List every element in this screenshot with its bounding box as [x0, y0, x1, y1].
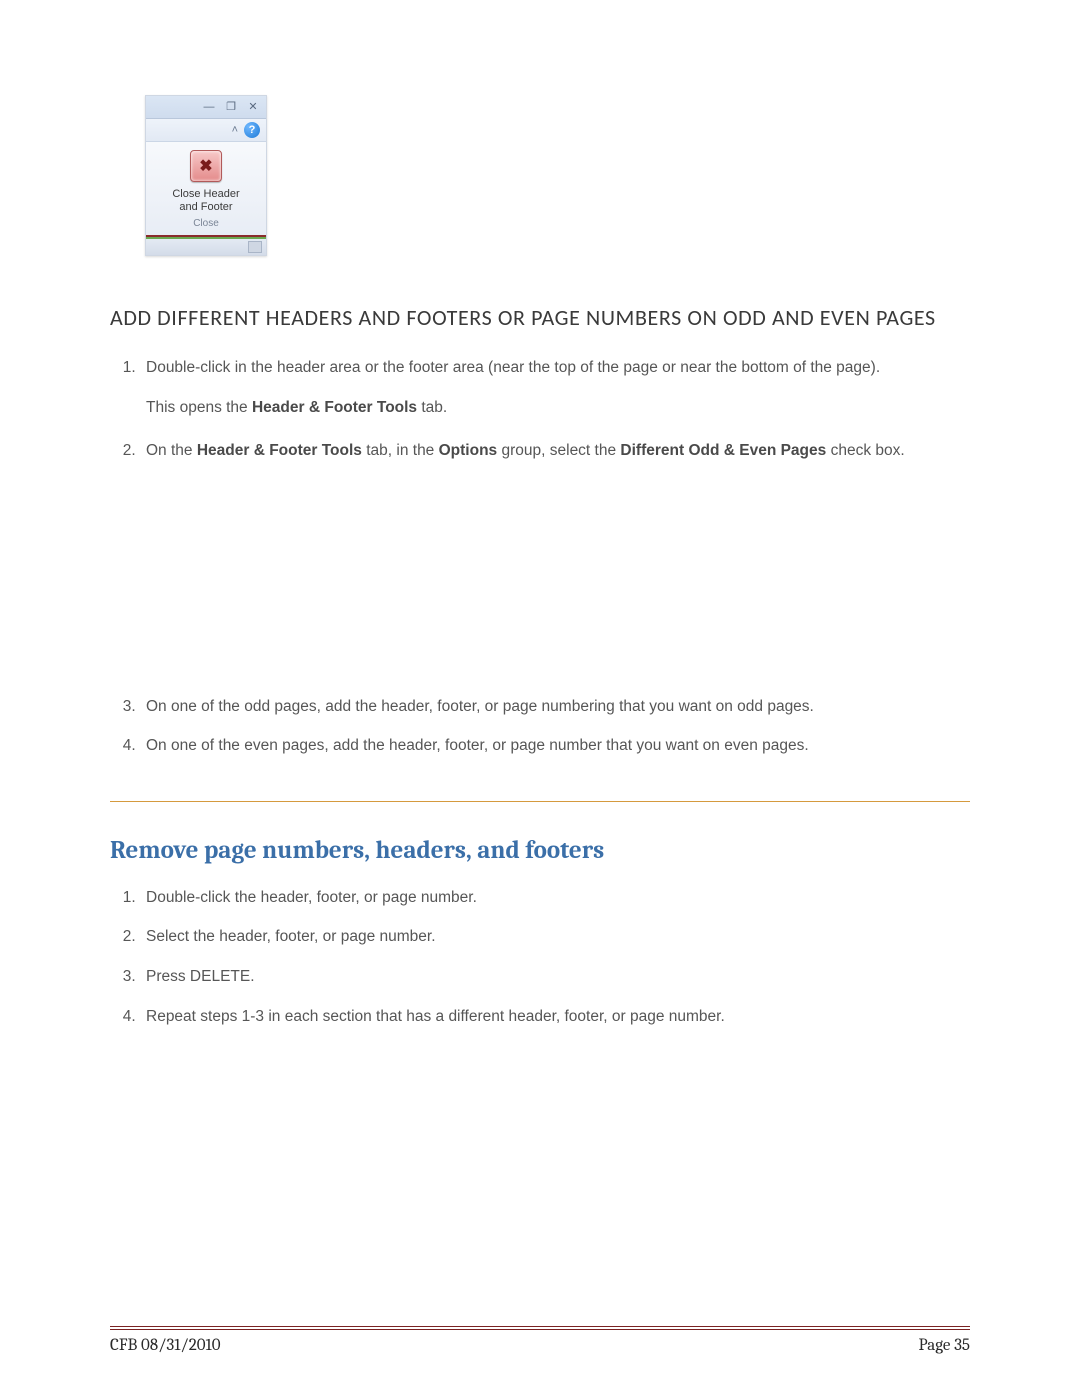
ribbon-group-close: ✖ Close Header and Footer Close — [146, 142, 266, 237]
odd-even-steps: Double-click in the header area or the f… — [110, 355, 970, 759]
footer-rule — [110, 1326, 970, 1330]
minimize-icon: — — [202, 101, 216, 113]
dialog-launcher-icon — [248, 241, 262, 253]
remove-steps: Double-click the header, footer, or page… — [110, 885, 970, 1029]
document-page: — ❐ ✕ ˄ ? ✖ Close Header and Footer Clos… — [0, 0, 1080, 1397]
close-window-icon: ✕ — [246, 101, 260, 113]
step-1-text: Double-click in the header area or the f… — [146, 359, 880, 376]
close-header-footer-icon: ✖ — [190, 150, 222, 182]
collapse-ribbon-icon: ˄ — [232, 124, 238, 136]
label-line-1: Close Header — [172, 188, 239, 200]
page-content: — ❐ ✕ ˄ ? ✖ Close Header and Footer Clos… — [110, 95, 970, 1047]
section-heading-remove: Remove page numbers, headers, and footer… — [110, 836, 970, 865]
ribbon-snippet-figure: — ❐ ✕ ˄ ? ✖ Close Header and Footer Clos… — [145, 95, 267, 256]
step-1: Double-click in the header area or the f… — [140, 355, 970, 420]
footer-right: Page 35 — [919, 1336, 970, 1355]
remove-step-2: Select the header, footer, or page numbe… — [140, 924, 970, 950]
remove-step-4: Repeat steps 1-3 in each section that ha… — [140, 1004, 970, 1030]
footer-left: CFB 08/31/2010 — [110, 1336, 221, 1355]
label-line-2: and Footer — [179, 201, 232, 213]
window-controls: — ❐ ✕ — [146, 96, 266, 119]
section-heading-odd-even: ADD DIFFERENT HEADERS AND FOOTERS OR PAG… — [110, 304, 970, 331]
step-3: On one of the odd pages, add the header,… — [140, 694, 970, 720]
restore-icon: ❐ — [224, 101, 238, 113]
close-header-footer-label: Close Header and Footer — [172, 188, 239, 214]
ribbon-footer-bar — [146, 237, 266, 255]
step-1-note: This opens the Header & Footer Tools tab… — [146, 395, 970, 421]
step-4: On one of the even pages, add the header… — [140, 733, 970, 759]
footer-row: CFB 08/31/2010 Page 35 — [110, 1336, 970, 1355]
ribbon-help-row: ˄ ? — [146, 119, 266, 142]
page-footer: CFB 08/31/2010 Page 35 — [110, 1326, 970, 1355]
step-2: On the Header & Footer Tools tab, in the… — [140, 438, 970, 464]
section-divider — [110, 801, 970, 802]
remove-step-1: Double-click the header, footer, or page… — [140, 885, 970, 911]
remove-step-3: Press DELETE. — [140, 964, 970, 990]
help-icon: ? — [244, 122, 260, 138]
ribbon-group-name: Close — [193, 218, 219, 229]
